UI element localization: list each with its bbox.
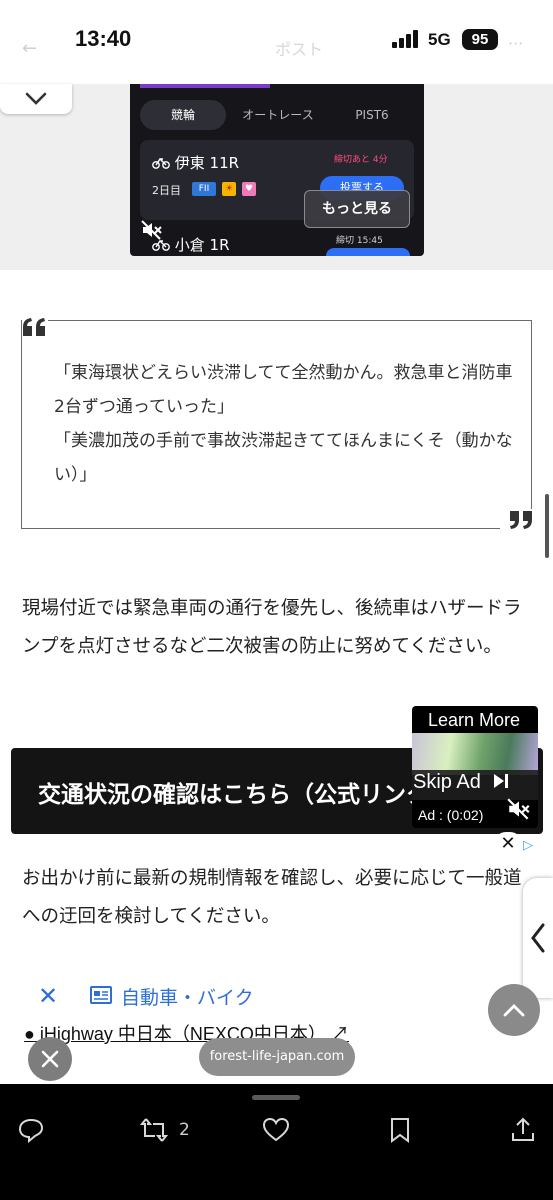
heart-icon: ♥ <box>242 182 256 196</box>
quote-line: 「美濃加茂の手前で事故渋滞起きててほんまにくそ（動かない）」 <box>54 431 513 485</box>
ad-tab-autorace[interactable]: オートレース <box>230 100 326 130</box>
bicycle-icon <box>152 157 170 169</box>
chevron-up-icon <box>503 1004 525 1017</box>
skip-ad-label[interactable]: Skip Ad <box>413 771 510 794</box>
adchoices-icon[interactable]: ▷ <box>523 838 533 853</box>
signal-icon <box>392 30 422 48</box>
newspaper-icon <box>90 986 112 1004</box>
collapse-button[interactable] <box>0 84 72 114</box>
race-name-text: 伊東 11R <box>174 154 240 172</box>
ad-card[interactable]: 競輪 オートレース PIST6 伊東 11R 締切あと 4分 2日目 FII ☀… <box>130 84 424 256</box>
quote-open-icon <box>22 316 48 338</box>
network-type: 5G <box>428 30 451 49</box>
bullet-icon: ● <box>24 1024 35 1044</box>
like-icon[interactable] <box>262 1116 290 1144</box>
close-browser-button[interactable] <box>28 1037 72 1081</box>
quote-text: 「東海環状どえらい渋滞してて全然動かん。救急車と消防車2台ずつ通っていった」 「… <box>54 356 514 492</box>
race-day: 2日目 <box>152 184 181 197</box>
race-deadline: 締切あと 4分 <box>334 155 388 165</box>
share-icon[interactable] <box>509 1116 537 1144</box>
learn-more-link[interactable]: Learn More <box>428 710 520 731</box>
close-icon <box>41 1050 59 1068</box>
quote-close-icon <box>500 509 532 531</box>
close-ad-button[interactable]: ✕ <box>494 832 522 856</box>
battery-indicator: 95 <box>462 29 498 50</box>
status-time: 13:40 <box>75 26 132 51</box>
close-icon: ✕ <box>500 833 516 854</box>
drag-handle[interactable] <box>252 1095 300 1100</box>
article-paragraph: お出かけ前に最新の規制情報を確認し、必要に応じて一般道への迂回を検討してください… <box>22 868 522 927</box>
ad-accent-strip <box>140 84 270 88</box>
race2-vote-button[interactable] <box>326 248 410 256</box>
quote-line: 「東海環状どえらい渋滞してて全然動かん。救急車と消防車2台ずつ通っていった」 <box>54 363 513 417</box>
retweet-count: 2 <box>179 1120 190 1140</box>
race2-name: 小倉 1R <box>152 234 230 255</box>
domain-pill[interactable]: forest-life-japan.com <box>199 1038 355 1076</box>
mute-icon[interactable] <box>506 796 532 822</box>
ad-timer: Ad : (0:02) <box>418 807 484 823</box>
reply-icon[interactable] <box>17 1116 45 1144</box>
race2-time: 締切 15:45 <box>336 236 383 246</box>
scroll-to-top-button[interactable] <box>488 984 540 1036</box>
race-name: 伊東 11R <box>152 152 239 173</box>
see-more-button[interactable]: もっと見る <box>304 190 410 228</box>
more-icon: ··· <box>508 34 524 53</box>
bookmark-icon[interactable] <box>386 1116 414 1144</box>
article-paragraph: 現場付近では緊急車両の通行を優先し、後続車はハザードランプを点灯させるなど二次被… <box>22 598 522 657</box>
sun-icon: ☀ <box>222 182 236 196</box>
skip-next-icon <box>494 774 509 788</box>
side-panel-tab[interactable] <box>523 878 553 998</box>
video-ad-frame <box>412 733 538 775</box>
banner-text[interactable]: 交通状況の確認はこちら（公式リンク） <box>38 775 452 809</box>
chevron-left-icon <box>531 923 545 953</box>
x-logo-icon[interactable]: ✕ <box>38 982 58 1010</box>
chevron-down-icon <box>25 92 47 105</box>
retweet-icon[interactable] <box>140 1116 168 1144</box>
bicycle-icon <box>152 239 170 251</box>
ad-tab-pist6[interactable]: PIST6 <box>330 100 414 130</box>
grade-badge: FII <box>192 182 216 196</box>
back-arrow-icon: ← <box>22 38 38 59</box>
skip-ad-text: Skip Ad <box>413 771 481 793</box>
category-link[interactable]: 自動車・バイク <box>121 983 254 1010</box>
ghost-title: ポスト <box>275 40 324 59</box>
scrollbar-thumb[interactable] <box>545 494 549 558</box>
race2-name-text: 小倉 1R <box>174 236 230 254</box>
ad-tab-keirin[interactable]: 競輪 <box>140 100 226 130</box>
